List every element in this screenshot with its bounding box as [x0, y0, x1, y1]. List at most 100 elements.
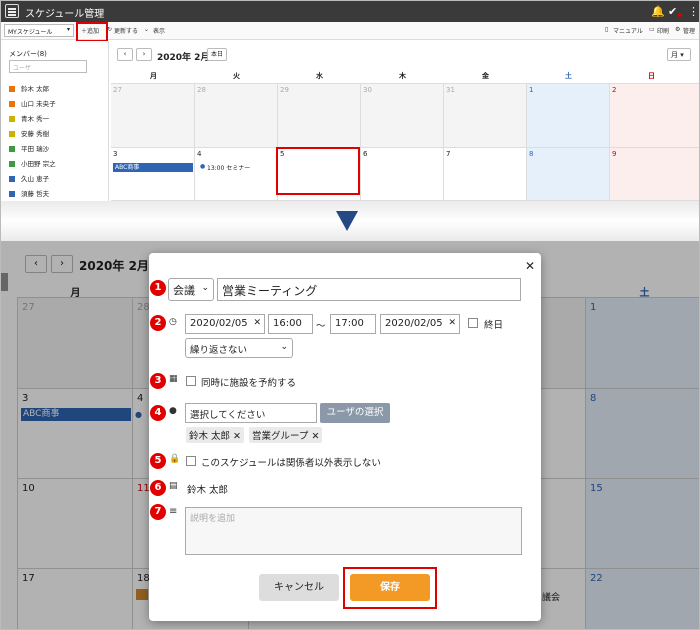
- chevron-down-icon: ▾: [680, 51, 684, 59]
- admin-link[interactable]: 管理: [683, 26, 695, 35]
- step-marker: 3: [150, 373, 166, 389]
- schedule-select-value: MYスケジュール: [8, 29, 53, 36]
- member-item[interactable]: 久山 恵子: [9, 173, 49, 183]
- start-date-value: 2020/02/05: [190, 318, 248, 329]
- day-cell[interactable]: 6: [361, 148, 444, 201]
- end-date-input[interactable]: 2020/02/05 ✕: [380, 314, 460, 334]
- category-select[interactable]: 会議 ⌄: [168, 278, 214, 301]
- day-number: 28: [197, 86, 206, 94]
- all-day-label: 終日: [484, 320, 504, 331]
- close-icon[interactable]: ✕: [525, 259, 535, 273]
- member-item[interactable]: 須藤 哲夫: [9, 188, 49, 198]
- day-cell[interactable]: 31: [444, 83, 527, 148]
- chevron-down-icon: ⌄: [201, 283, 209, 293]
- weekday-tue: 火: [233, 72, 240, 80]
- day-cell[interactable]: 29: [278, 83, 361, 148]
- hamburger-menu-icon[interactable]: [5, 4, 19, 18]
- color-swatch: [9, 191, 15, 197]
- add-button-highlight: [76, 22, 108, 42]
- day5-highlight: [276, 147, 360, 195]
- color-swatch: [9, 161, 15, 167]
- category-value: 会議: [173, 284, 195, 297]
- day-cell[interactable]: 4: [195, 148, 278, 201]
- weekday-mon: 月: [150, 72, 157, 80]
- day-number: 6: [363, 150, 368, 158]
- today-button[interactable]: 本日: [207, 48, 227, 61]
- member-item[interactable]: 青木 秀一: [9, 113, 49, 123]
- color-swatch: [9, 86, 15, 92]
- member-item[interactable]: 小田野 宗之: [9, 158, 56, 168]
- day-cell[interactable]: 8: [527, 148, 610, 201]
- day-number: 3: [113, 150, 118, 158]
- day-cell[interactable]: 28: [195, 83, 278, 148]
- cancel-button[interactable]: キャンセル: [259, 574, 339, 601]
- next-month-button[interactable]: ›: [136, 48, 152, 61]
- save-button[interactable]: 保存: [350, 574, 430, 601]
- weekday-fri: 金: [482, 72, 489, 80]
- end-time-input[interactable]: 17:00: [330, 314, 376, 334]
- gear-icon: ⚙: [675, 26, 681, 33]
- more-vertical-icon[interactable]: ⋮: [688, 5, 699, 18]
- event-seminar[interactable]: 13:00 セミナー: [207, 163, 250, 172]
- bell-icon[interactable]: 🔔: [651, 5, 665, 18]
- scrollbar-edge: [1, 273, 8, 291]
- day-cell[interactable]: 1: [527, 83, 610, 148]
- clear-icon[interactable]: ✕: [253, 318, 261, 328]
- member-item[interactable]: 平田 瑞沙: [9, 143, 49, 153]
- event-abc[interactable]: ABC商事: [113, 163, 193, 172]
- app-title: スケジュール管理: [25, 9, 105, 20]
- manual-link[interactable]: マニュアル: [613, 26, 643, 35]
- schedule-select[interactable]: MYスケジュール ▾: [4, 24, 74, 37]
- repeat-select[interactable]: 繰り返さない ⌄: [185, 338, 293, 358]
- display-button[interactable]: 表示: [153, 26, 165, 35]
- day-cell[interactable]: 3: [111, 148, 195, 201]
- step-marker: 1: [150, 280, 166, 296]
- print-link[interactable]: 印刷: [657, 26, 669, 35]
- facility-checkbox[interactable]: [186, 376, 196, 386]
- view-select-value: 月: [671, 51, 678, 59]
- private-label: このスケジュールは関係者以外表示しない: [201, 458, 381, 469]
- month-label: 2020年 2月: [157, 53, 210, 63]
- day-cell[interactable]: 27: [111, 83, 195, 148]
- user-select-input[interactable]: 選択してください: [185, 403, 317, 423]
- title-input[interactable]: 営業ミーティング: [217, 278, 521, 301]
- color-swatch: [9, 176, 15, 182]
- notification-dot: [678, 13, 682, 17]
- day-cell[interactable]: 7: [444, 148, 527, 201]
- day-number: 29: [280, 86, 289, 94]
- day-cell[interactable]: 9: [610, 148, 699, 201]
- participant-chip[interactable]: 鈴木 太郎 ✕: [186, 427, 244, 443]
- private-checkbox[interactable]: [186, 456, 196, 466]
- prev-month-button[interactable]: ‹: [117, 48, 133, 61]
- weekday-wed: 水: [316, 72, 323, 80]
- owner-name: 鈴木 太郎: [187, 485, 229, 496]
- participant-chip[interactable]: 営業グループ ✕: [249, 427, 323, 443]
- all-day-checkbox[interactable]: [468, 318, 478, 328]
- color-swatch: [9, 116, 15, 122]
- day-cell[interactable]: 2: [610, 83, 699, 148]
- start-time-input[interactable]: 16:00: [268, 314, 313, 334]
- day-number: 31: [446, 86, 455, 94]
- facility-label: 同時に施設を予約する: [201, 378, 297, 389]
- user-search-input[interactable]: ユーザ: [9, 60, 87, 73]
- start-date-input[interactable]: 2020/02/05 ✕: [185, 314, 265, 334]
- view-select[interactable]: 月 ▾: [667, 48, 691, 61]
- user-select-button[interactable]: ユーザの選択: [320, 403, 390, 423]
- clear-icon[interactable]: ✕: [448, 318, 456, 328]
- color-swatch: [9, 101, 15, 107]
- text-lines-icon: ≡: [169, 506, 178, 517]
- member-name: 山口 未央子: [21, 100, 56, 108]
- member-name: 安藤 秀樹: [21, 130, 50, 138]
- check-icon[interactable]: ✔: [668, 5, 677, 18]
- member-name: 須藤 哲夫: [21, 190, 50, 198]
- weekday-sat: 土: [565, 72, 572, 80]
- day-cell[interactable]: 30: [361, 83, 444, 148]
- refresh-button[interactable]: 更新する: [114, 26, 138, 35]
- member-item[interactable]: 安藤 秀樹: [9, 128, 49, 138]
- repeat-value: 繰り返さない: [190, 345, 248, 356]
- member-item[interactable]: 山口 未央子: [9, 98, 56, 108]
- member-name: 青木 秀一: [21, 115, 50, 123]
- book-icon: ▯: [605, 26, 609, 33]
- member-item[interactable]: 鈴木 太郎: [9, 83, 49, 93]
- description-textarea[interactable]: 説明を追加: [185, 507, 522, 555]
